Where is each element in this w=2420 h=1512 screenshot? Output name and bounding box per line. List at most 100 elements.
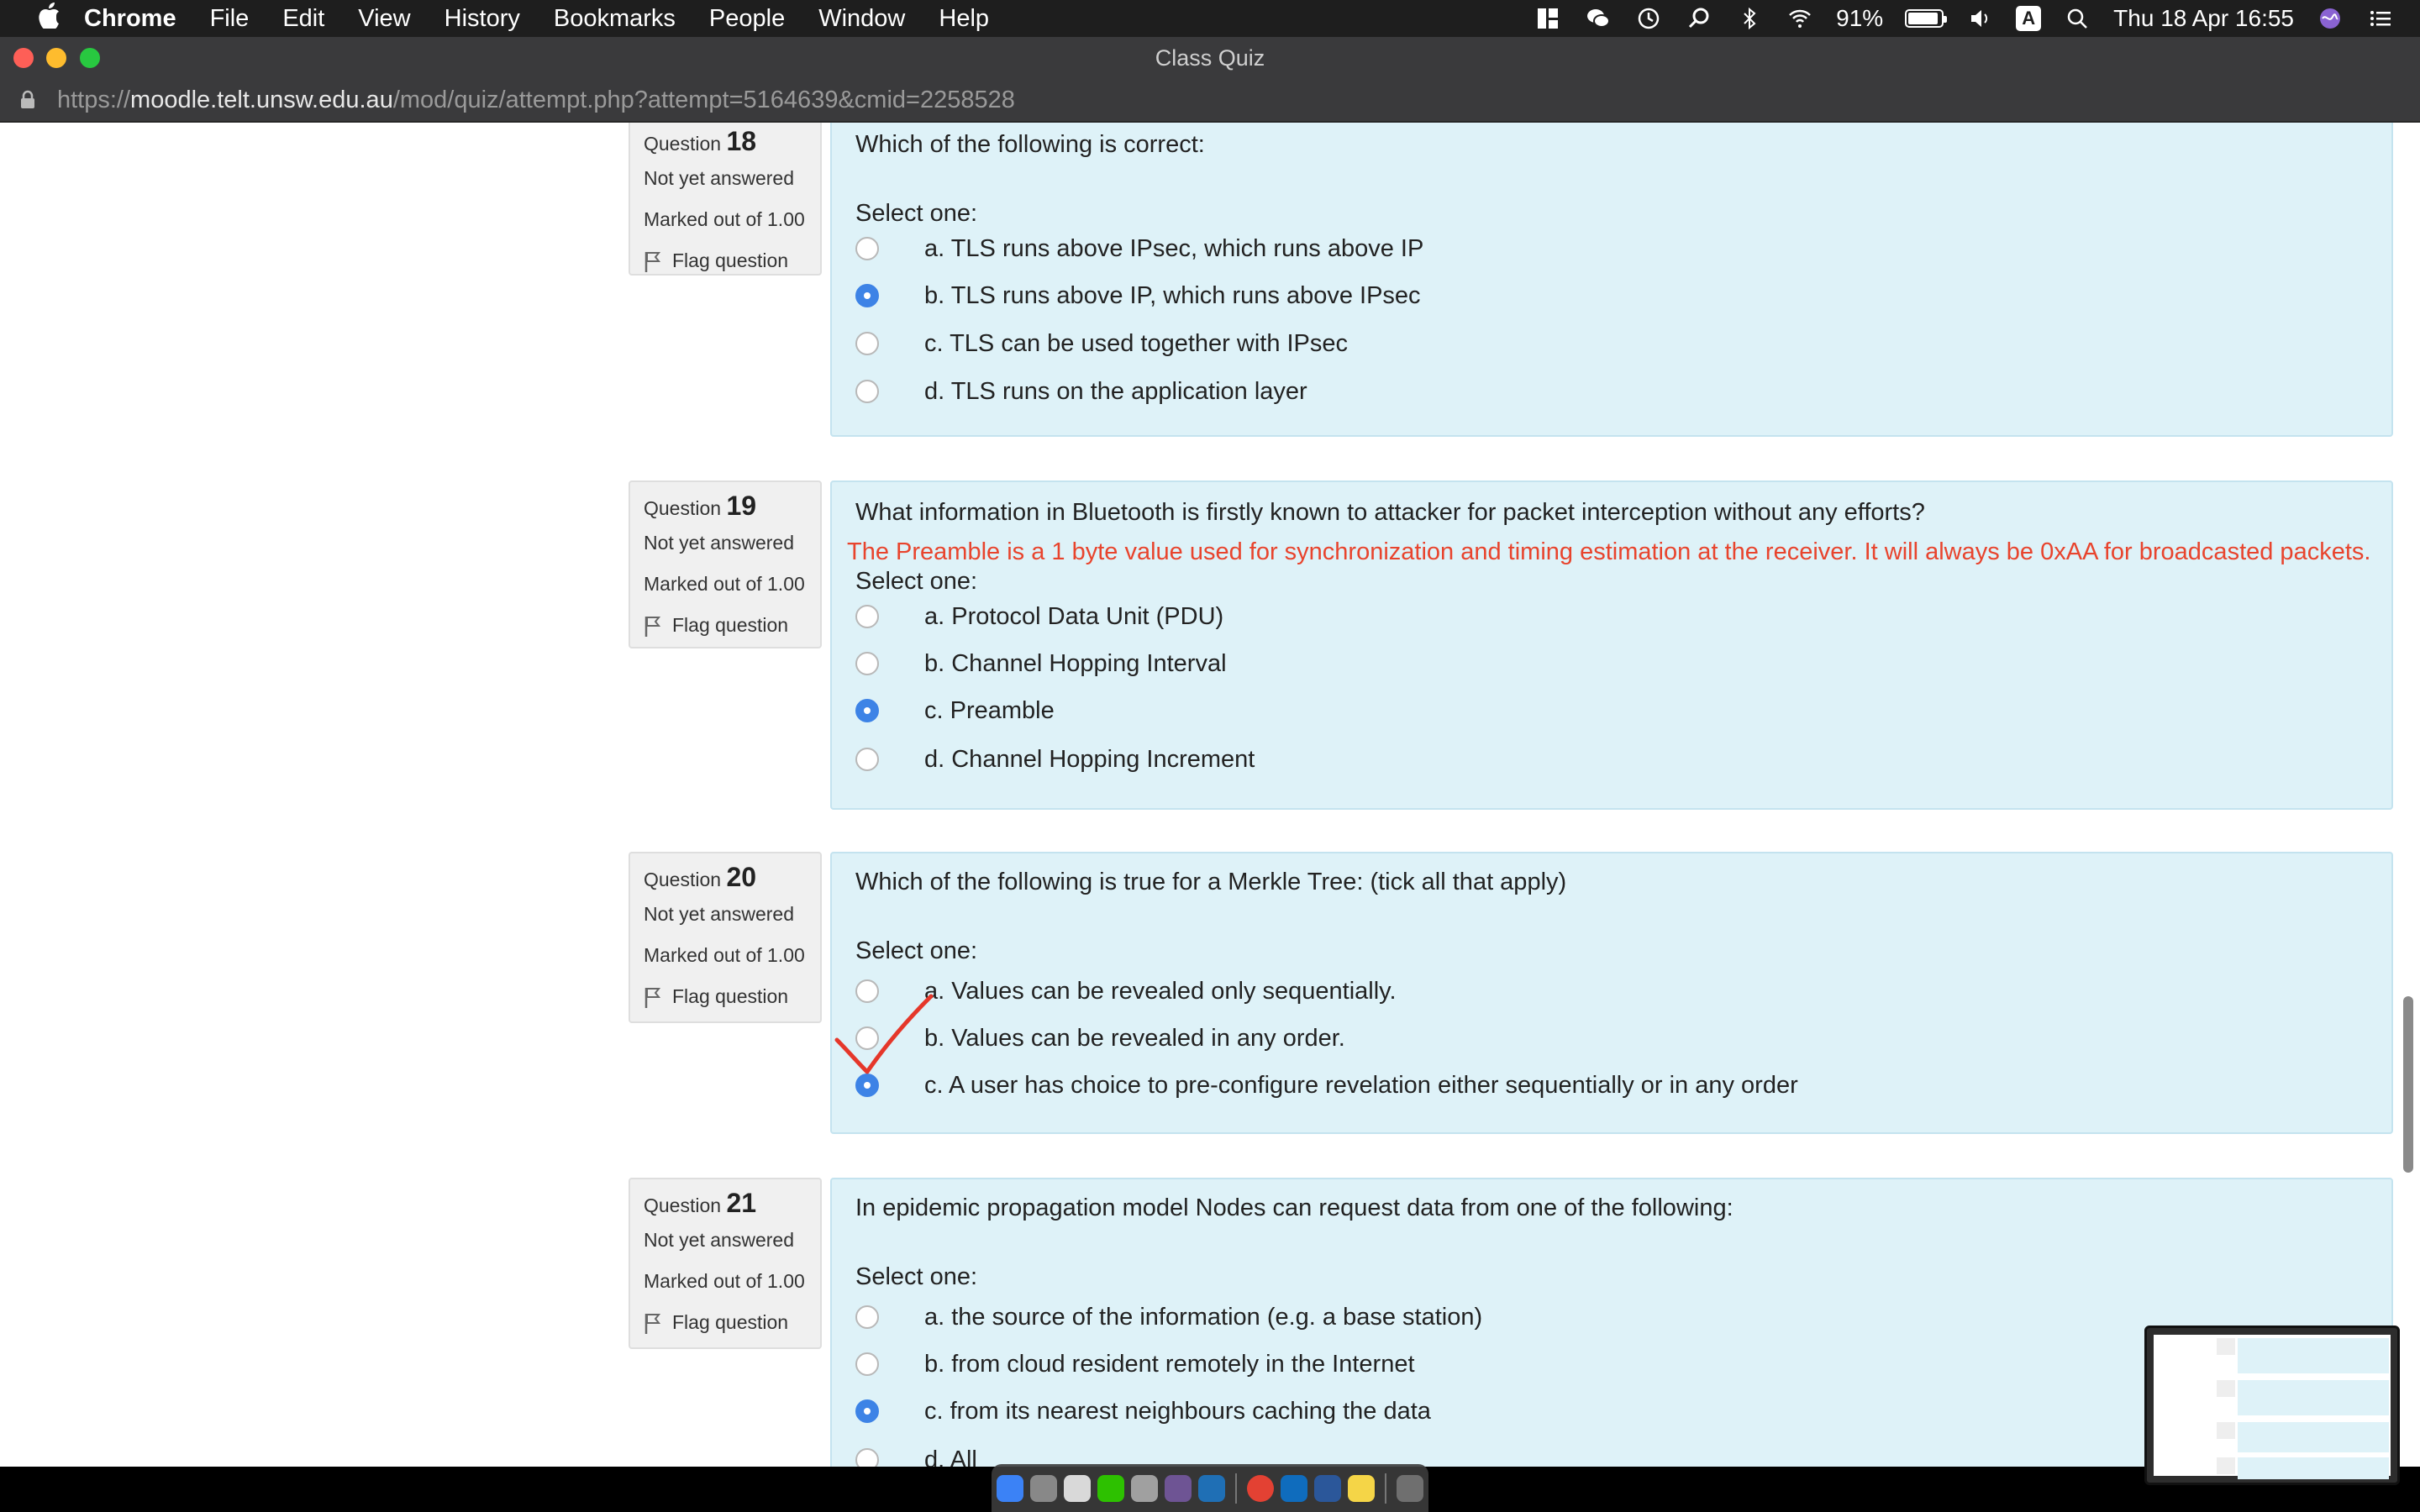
radio-button[interactable]	[855, 1352, 879, 1376]
wifi-icon[interactable]	[1786, 6, 1814, 31]
radio-button[interactable]	[855, 380, 879, 403]
menu-help[interactable]: Help	[939, 5, 989, 33]
thumbnail-block	[2217, 1338, 2235, 1355]
flag-icon	[644, 987, 661, 1008]
radio-button[interactable]	[855, 1305, 879, 1329]
option-label: b. Values can be revealed in any order.	[924, 1024, 1345, 1052]
option-radio[interactable]: c. from its nearest neighbours caching t…	[855, 1394, 1431, 1428]
menu-bookmarks[interactable]: Bookmarks	[554, 5, 676, 33]
input-source-indicator[interactable]: A	[2016, 6, 2042, 31]
menu-app-chrome[interactable]: Chrome	[84, 5, 176, 33]
option-radio[interactable]: a. the source of the information (e.g. a…	[855, 1300, 1482, 1334]
option-label: b. Channel Hopping Interval	[924, 649, 1227, 677]
option-radio[interactable]: a. TLS runs above IPsec, which runs abov…	[855, 232, 1423, 265]
url-path: /mod/quiz/attempt.php?attempt=5164639&cm…	[392, 86, 1015, 113]
github-icon[interactable]	[1165, 1474, 1192, 1502]
volume-icon[interactable]	[1965, 6, 1994, 31]
question-content-19: What information in Bluetooth is firstly…	[830, 480, 2393, 810]
preview-icon[interactable]	[1064, 1474, 1091, 1502]
siri-icon[interactable]	[2316, 6, 2344, 31]
vscode-icon[interactable]	[1198, 1474, 1225, 1502]
battery-icon[interactable]	[1905, 9, 1948, 28]
radio-button-selected[interactable]	[855, 284, 879, 307]
flag-question-button[interactable]: Flag question	[644, 614, 820, 637]
radio-button[interactable]	[855, 237, 879, 260]
option-radio[interactable]: b. from cloud resident remotely in the I…	[855, 1347, 1415, 1381]
window-title: Class Quiz	[1155, 45, 1265, 71]
question-number-value: 19	[726, 491, 757, 521]
window-titlebar: Class Quiz	[0, 37, 2420, 79]
time-machine-icon[interactable]	[1634, 6, 1663, 31]
screenshot-thumbnail[interactable]	[2144, 1326, 2400, 1485]
option-radio[interactable]: c. A user has choice to pre-configure re…	[855, 1068, 1798, 1102]
menu-window[interactable]: Window	[818, 5, 905, 33]
chrome-icon[interactable]	[1247, 1474, 1274, 1502]
outlook-icon[interactable]	[1281, 1474, 1307, 1502]
option-label: c. TLS can be used together with IPsec	[924, 329, 1349, 357]
lock-icon[interactable]	[20, 88, 40, 112]
finder-icon[interactable]	[997, 1474, 1023, 1502]
flag-question-label: Flag question	[672, 614, 789, 636]
page-scrollbar[interactable]	[2403, 996, 2413, 1173]
option-label: c. A user has choice to pre-configure re…	[924, 1071, 1798, 1099]
option-radio[interactable]: d. All	[855, 1443, 977, 1467]
url-scheme: https://	[57, 86, 131, 113]
clock[interactable]: Thu 18 Apr 16:55	[2113, 5, 2294, 32]
question-label: Question	[644, 497, 722, 519]
option-radio[interactable]: d. Channel Hopping Increment	[855, 743, 1255, 776]
thumbnail-block	[2238, 1338, 2389, 1373]
radio-button[interactable]	[855, 332, 879, 355]
question-text: What information in Bluetooth is firstly…	[855, 499, 1925, 526]
menu-history[interactable]: History	[445, 5, 520, 33]
search-icon[interactable]	[2063, 6, 2091, 31]
spotlight-alt-icon[interactable]	[1685, 6, 1713, 31]
select-one-label: Select one:	[855, 200, 978, 227]
radio-button-selected[interactable]	[855, 699, 879, 722]
question-info-18: Question 18 Not yet answered Marked out …	[629, 123, 822, 276]
radio-button[interactable]	[855, 605, 879, 628]
option-radio[interactable]: b. Channel Hopping Interval	[855, 647, 1227, 680]
flag-question-button[interactable]: Flag question	[644, 249, 820, 272]
option-radio[interactable]: c. TLS can be used together with IPsec	[855, 327, 1348, 360]
trash-icon[interactable]	[1397, 1474, 1423, 1502]
address-bar[interactable]: https://moodle.telt.unsw.edu.au/mod/quiz…	[0, 79, 2420, 123]
question-text: Which of the following is correct:	[855, 131, 1205, 158]
bluetooth-icon[interactable]	[1735, 6, 1764, 31]
question-number: Question 21	[644, 1188, 820, 1219]
flag-question-button[interactable]: Flag question	[644, 1311, 820, 1334]
list-icon[interactable]	[2366, 6, 2395, 31]
notes-icon[interactable]	[1348, 1474, 1375, 1502]
radio-button-selected[interactable]	[855, 1399, 879, 1423]
thumbnail-preview-image	[2154, 1335, 2391, 1479]
menu-edit[interactable]: Edit	[282, 5, 324, 33]
option-radio[interactable]: a. Protocol Data Unit (PDU)	[855, 600, 1223, 633]
word-icon[interactable]	[1314, 1474, 1341, 1502]
menu-view[interactable]: View	[358, 5, 410, 33]
thumbnail-block	[2217, 1422, 2235, 1439]
launchpad-icon[interactable]	[1030, 1474, 1057, 1502]
flag-icon	[644, 616, 661, 637]
question-marks: Marked out of 1.00	[644, 573, 805, 595]
wechat-icon[interactable]	[1584, 6, 1612, 31]
radio-button[interactable]	[855, 748, 879, 771]
option-radio[interactable]: d. TLS runs on the application layer	[855, 375, 1307, 408]
option-radio[interactable]: c. Preamble	[855, 694, 1055, 727]
menu-people[interactable]: People	[709, 5, 785, 33]
image-capture-icon[interactable]	[1131, 1474, 1158, 1502]
url-text[interactable]: https://moodle.telt.unsw.edu.au/mod/quiz…	[57, 87, 1015, 114]
radio-button[interactable]	[855, 1448, 879, 1467]
radio-button-selected[interactable]	[855, 1074, 879, 1097]
flag-question-button[interactable]: Flag question	[644, 985, 820, 1008]
apple-icon[interactable]	[30, 2, 67, 35]
thumbnail-block	[2217, 1380, 2235, 1397]
select-one-label: Select one:	[855, 937, 978, 964]
dock	[992, 1464, 1428, 1512]
question-number: Question 19	[644, 491, 820, 522]
option-radio[interactable]: b. TLS runs above IP, which runs above I…	[855, 279, 1421, 312]
menu-file[interactable]: File	[210, 5, 250, 33]
wechat-dock-icon[interactable]	[1097, 1474, 1124, 1502]
radio-button[interactable]	[855, 652, 879, 675]
option-label: c. Preamble	[924, 696, 1055, 724]
status-area: 91% A Thu 18 Apr 16:55	[1534, 0, 2395, 37]
grid-icon[interactable]	[1534, 6, 1562, 31]
